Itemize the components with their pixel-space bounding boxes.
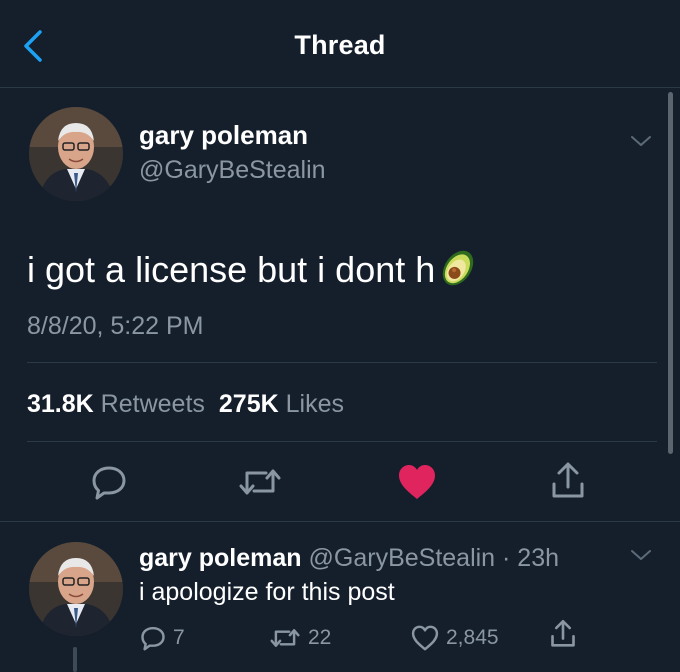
reply-handle-time[interactable]: @GaryBeStealin · 23h [309, 544, 560, 572]
tweet-text-content: i got a license but i dont h [27, 249, 436, 290]
chevron-down-icon [631, 136, 651, 146]
divider [27, 441, 657, 442]
divider [27, 362, 657, 363]
tweet-timestamp: 8/8/20, 5:22 PM [27, 312, 204, 340]
reply-text: i apologize for this post [139, 578, 395, 606]
tweet-stats: 31.8K Retweets 275K Likes [27, 390, 344, 419]
retweet-icon [270, 629, 300, 647]
scrollbar[interactable] [668, 92, 673, 454]
tweet-options-button[interactable] [628, 132, 654, 150]
avocado-emoji-icon [443, 250, 474, 286]
reply-icon [141, 626, 165, 651]
avatar-portrait-image [29, 542, 123, 636]
reply-retweet-count: 22 [308, 626, 332, 649]
reply-reply-button[interactable]: 7 [139, 624, 185, 652]
share-icon [551, 619, 575, 647]
divider [0, 521, 680, 522]
thread-connector-line [73, 647, 77, 672]
reply-like-count: 2,845 [446, 626, 499, 649]
page-title: Thread [294, 30, 386, 60]
tweet-text: i got a license but i dont h [27, 248, 481, 291]
avatar-portrait-image [29, 107, 123, 201]
reply-button[interactable] [89, 462, 129, 502]
author-name[interactable]: gary poleman [139, 120, 308, 151]
avatar[interactable] [29, 107, 123, 201]
author-handle[interactable]: @GaryBeStealin [139, 156, 326, 185]
reply-icon [92, 466, 126, 500]
retweet-icon [239, 469, 281, 495]
likes-label[interactable]: Likes [286, 390, 344, 418]
reply-like-button[interactable]: 2,845 [410, 624, 499, 652]
heart-outline-icon [411, 625, 439, 651]
reply-avatar[interactable] [29, 542, 123, 636]
like-button[interactable] [396, 462, 438, 502]
reply-options-button[interactable] [628, 546, 654, 564]
retweet-count[interactable]: 31.8K [27, 390, 94, 418]
reply-share-button[interactable] [548, 618, 578, 650]
chevron-down-icon [631, 550, 651, 560]
retweet-button[interactable] [236, 462, 284, 502]
reply-reply-count: 7 [173, 626, 185, 649]
reply-retweet-button[interactable]: 22 [268, 624, 331, 652]
navigation-bar: Thread [0, 0, 680, 88]
reply-header: gary poleman @GaryBeStealin · 23h [139, 544, 559, 573]
heart-icon [399, 465, 435, 499]
retweets-label[interactable]: Retweets [101, 390, 205, 418]
share-icon [552, 462, 584, 498]
like-count[interactable]: 275K [219, 390, 279, 418]
reply-author-name[interactable]: gary poleman [139, 544, 302, 572]
share-button[interactable] [548, 460, 588, 502]
